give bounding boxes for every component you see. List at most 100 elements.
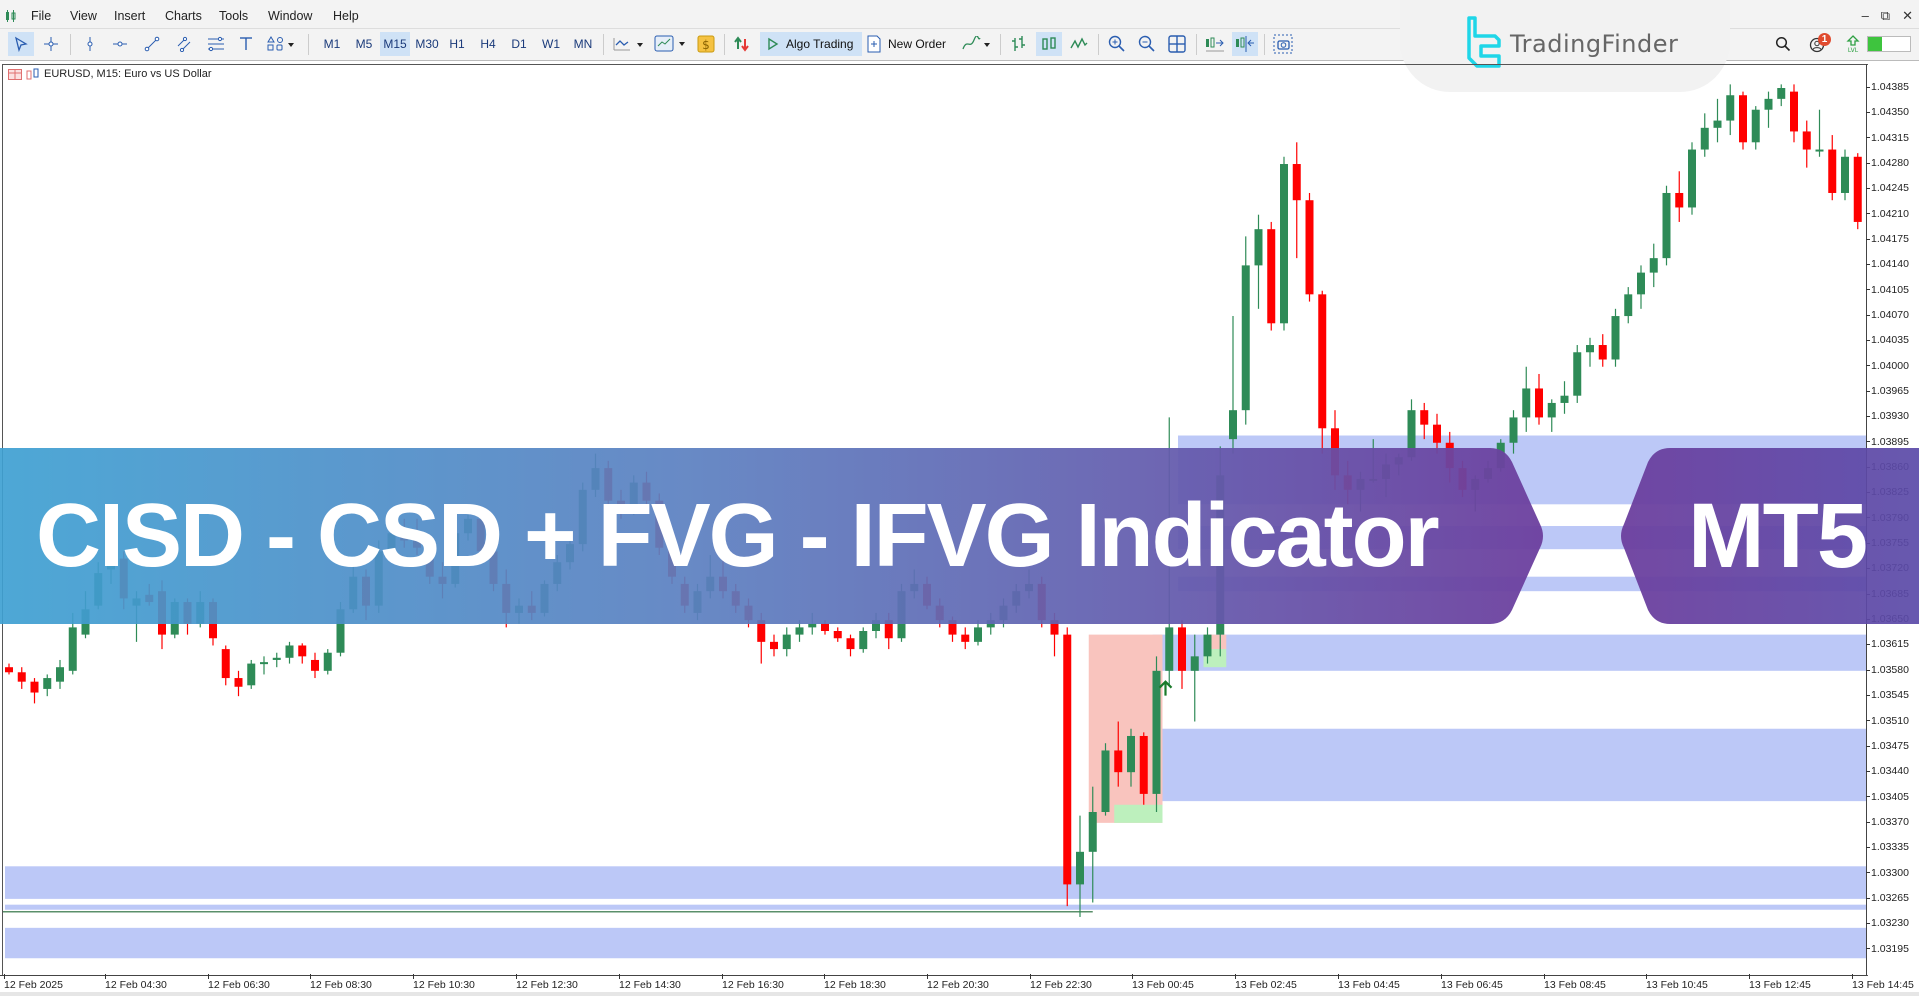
- time-tick-label: 12 Feb 12:30: [516, 974, 578, 991]
- bear-candle: [1853, 156, 1862, 222]
- price-tick-label: 1.03405: [1866, 791, 1909, 803]
- bear-candle: [221, 649, 230, 679]
- time-tick-label: 13 Feb 02:45: [1235, 974, 1297, 991]
- price-tick-label: 1.03195: [1866, 943, 1909, 955]
- time-tick-label: 12 Feb 08:30: [310, 974, 372, 991]
- bull-candle: [1815, 149, 1824, 152]
- price-tick-label: 1.04245: [1866, 182, 1909, 194]
- price-tick-label: 1.04140: [1866, 258, 1909, 270]
- bull-candle: [247, 663, 256, 686]
- bull-candle: [1586, 345, 1594, 353]
- price-tick-label: 1.04105: [1866, 284, 1909, 296]
- bull-candle: [1101, 750, 1110, 812]
- time-tick-label: 13 Feb 10:45: [1646, 974, 1708, 991]
- time-tick-label: 13 Feb 14:45: [1852, 974, 1914, 991]
- bear-candle: [833, 631, 842, 639]
- bull-candle: [260, 662, 268, 665]
- bull-candle: [1127, 735, 1135, 773]
- time-tick-label: 12 Feb 2025: [4, 974, 63, 991]
- bull-candle: [795, 627, 804, 635]
- bear-candle: [1318, 294, 1327, 429]
- bear-candle: [1739, 95, 1747, 143]
- bull-candle: [1649, 258, 1658, 273]
- bull-candle: [1088, 812, 1097, 852]
- bear-candle: [846, 638, 855, 650]
- bull-candle: [808, 623, 817, 628]
- price-tick-label: 1.04175: [1866, 233, 1909, 245]
- price-tick-label: 1.04210: [1866, 208, 1909, 220]
- time-tick-label: 12 Feb 16:30: [722, 974, 784, 991]
- bull-candle: [1764, 98, 1773, 110]
- fvg-zone: [5, 904, 1866, 910]
- price-tick-label: 1.03265: [1866, 892, 1909, 904]
- bear-candle: [298, 645, 307, 657]
- bull-candle: [56, 667, 64, 682]
- bull-candle: [1165, 627, 1174, 671]
- time-axis[interactable]: [0, 975, 1867, 976]
- price-tick-label: 1.03300: [1866, 867, 1909, 879]
- bull-candle: [1841, 156, 1849, 193]
- bear-candle: [311, 659, 319, 671]
- bull-candle: [1509, 417, 1518, 443]
- bull-candle: [1777, 88, 1786, 99]
- bear-candle: [30, 681, 39, 693]
- bull-candle: [1662, 192, 1671, 259]
- price-tick-label: 1.03615: [1866, 638, 1909, 650]
- bull-candle: [974, 627, 982, 642]
- bull-candle: [43, 678, 52, 689]
- price-tick-label: 1.03510: [1866, 715, 1909, 727]
- bear-candle: [1598, 345, 1607, 360]
- time-tick-label: 12 Feb 14:30: [619, 974, 681, 991]
- bear-candle: [1267, 229, 1276, 324]
- price-tick-label: 1.04280: [1866, 157, 1909, 169]
- cisd_bear-zone: [1088, 634, 1163, 823]
- time-tick-label: 12 Feb 20:30: [927, 974, 989, 991]
- bull-candle: [1203, 634, 1212, 657]
- chart-tabs-bar: [0, 992, 1919, 996]
- bull-candle: [1190, 656, 1199, 671]
- bull-candle: [859, 631, 868, 650]
- bull-candle: [1254, 229, 1263, 266]
- bull-candle: [1611, 316, 1620, 360]
- price-tick-label: 1.04035: [1866, 334, 1909, 346]
- price-tick-label: 1.04315: [1866, 132, 1909, 144]
- price-tick-label: 1.04350: [1866, 106, 1909, 118]
- bull-candle: [1241, 265, 1250, 411]
- bull-candle: [1713, 120, 1722, 128]
- price-tick-label: 1.04385: [1866, 81, 1909, 93]
- price-tick-label: 1.03580: [1866, 664, 1909, 676]
- time-tick-label: 13 Feb 12:45: [1749, 974, 1811, 991]
- bear-candle: [1139, 735, 1148, 794]
- fvg-zone: [1152, 728, 1866, 802]
- bear-candle: [1828, 149, 1837, 193]
- time-tick-label: 12 Feb 04:30: [105, 974, 167, 991]
- bear-candle: [1292, 164, 1301, 201]
- fvg-zone: [5, 866, 1866, 899]
- bear-candle: [821, 623, 829, 631]
- price-tick-label: 1.03475: [1866, 740, 1909, 752]
- time-tick-label: 12 Feb 06:30: [208, 974, 270, 991]
- bull-candle: [1547, 402, 1556, 418]
- time-tick-label: 13 Feb 00:45: [1132, 974, 1194, 991]
- bull-candle: [1688, 149, 1696, 208]
- bull-candle: [285, 645, 294, 658]
- price-tick-label: 1.04000: [1866, 360, 1909, 372]
- bear-candle: [1790, 91, 1798, 132]
- bull-candle: [1152, 670, 1161, 794]
- bull-candle: [1560, 395, 1569, 403]
- bull-candle: [1076, 851, 1084, 885]
- price-tick-label: 1.03370: [1866, 816, 1909, 828]
- cisd_bull-zone: [1114, 804, 1163, 823]
- price-tick-label: 1.03545: [1866, 689, 1909, 701]
- bear-candle: [1114, 750, 1123, 773]
- bull-candle: [1726, 95, 1735, 121]
- time-tick-label: 12 Feb 18:30: [824, 974, 886, 991]
- banner-platform: MT5: [1688, 485, 1868, 587]
- bear-candle: [1178, 627, 1186, 671]
- price-tick-label: 1.03895: [1866, 436, 1909, 448]
- bull-candle: [1573, 352, 1582, 396]
- bear-candle: [5, 667, 13, 673]
- bull-candle: [1624, 294, 1633, 317]
- time-tick-label: 13 Feb 08:45: [1544, 974, 1606, 991]
- time-tick-label: 13 Feb 04:45: [1338, 974, 1400, 991]
